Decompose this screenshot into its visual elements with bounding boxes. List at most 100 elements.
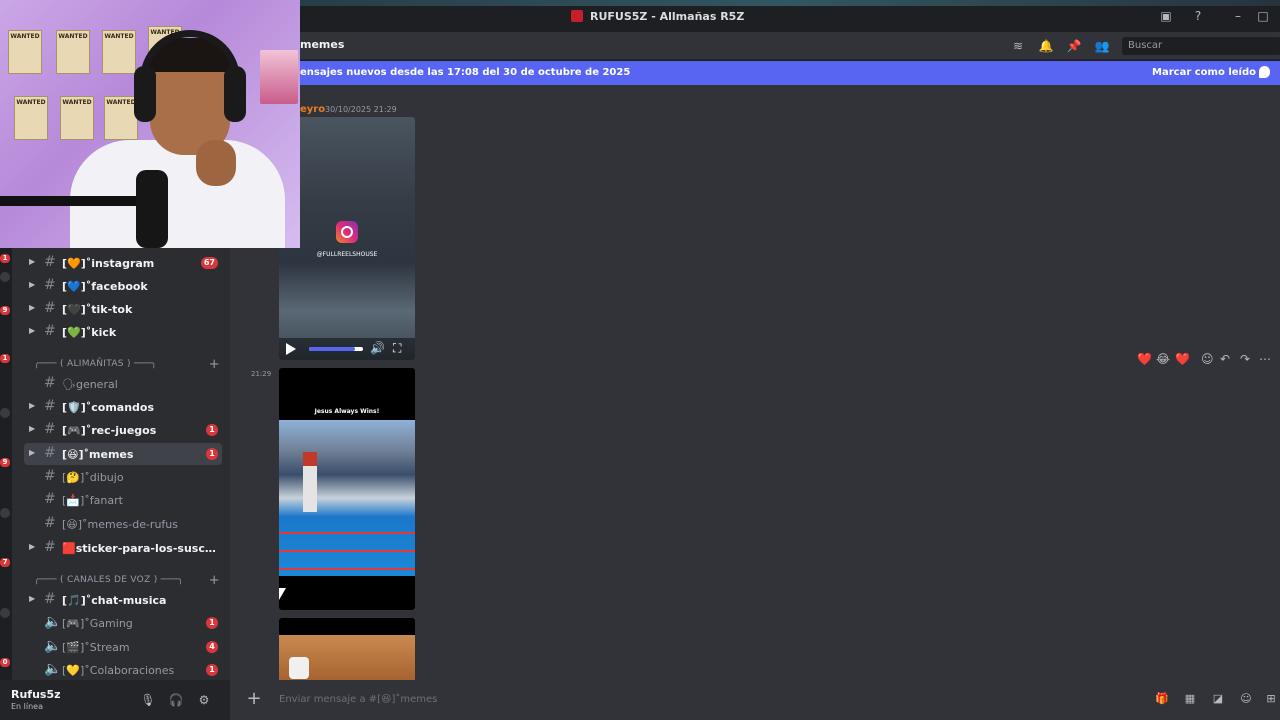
channel-item-kick[interactable]: ▶ # [💚]˚kick	[24, 321, 222, 343]
mark-as-read-button[interactable]: Marcar como leído	[1152, 67, 1256, 78]
gift-icon[interactable]: 🎁	[1155, 692, 1169, 706]
server-icon[interactable]	[0, 272, 10, 282]
caret-icon: ▶	[29, 448, 36, 457]
search-input[interactable]: Buscar	[1122, 37, 1280, 55]
new-messages-banner[interactable]: ensajes nuevos desde las 17:08 del 30 de…	[300, 61, 1280, 85]
discord-window: RUFUS5Z - Allmañas R5Z ▣ ? – □ memes ≋ 🔔…	[0, 0, 1280, 720]
caret-icon: ▶	[29, 401, 36, 410]
voice-channel-stream[interactable]: 🔈 [🎬]˚Stream 4	[24, 636, 222, 658]
hash-icon: #	[44, 300, 56, 316]
add-channel-icon[interactable]: +	[209, 573, 220, 588]
hash-icon: #	[44, 539, 56, 555]
settings-gear-icon[interactable]: ⚙	[196, 692, 212, 708]
channel-label: 🟥sticker-para-los-suscritores-...	[62, 542, 217, 555]
voice-channel-colaboraciones[interactable]: 🔈 [💛]˚Colaboraciones 1	[24, 659, 222, 681]
wanted-poster: WANTED	[60, 96, 94, 140]
forward-icon[interactable]: ↷	[1240, 352, 1250, 366]
gif-icon[interactable]: ▦	[1183, 692, 1197, 706]
channel-item-tiktok[interactable]: ▶ # [🖤]˚tik-tok	[24, 298, 222, 320]
minimize-icon[interactable]: –	[1230, 9, 1246, 23]
channel-item-sticker[interactable]: ▶ # 🟥sticker-para-los-suscritores-...	[24, 537, 222, 559]
channel-label: [🖤]˚tik-tok	[62, 303, 133, 316]
microphone	[136, 170, 168, 248]
server-icon[interactable]	[0, 408, 10, 418]
channel-item-memes[interactable]: ▶ # [😆]˚memes 1	[24, 443, 222, 465]
wanted-poster: WANTED	[14, 96, 48, 140]
message-input[interactable]: Enviar mensaje a #[😆]˚memes	[279, 694, 779, 705]
hash-icon: #	[44, 421, 56, 437]
username[interactable]: Rufus5z	[11, 688, 61, 701]
server-icon[interactable]	[0, 608, 10, 618]
channel-title: memes	[300, 38, 345, 51]
microphone-icon[interactable]: 🎙	[140, 692, 156, 708]
wanted-poster: WANTED	[102, 30, 136, 74]
server-badge[interactable]: 9	[0, 306, 10, 315]
channel-item-comandos[interactable]: ▶ # [🛡️]˚comandos	[24, 396, 222, 418]
channel-item-general[interactable]: # 🗣general	[24, 373, 222, 395]
channel-item-facebook[interactable]: ▶ # [💙]˚facebook	[24, 275, 222, 297]
inbox-icon[interactable]: ▣	[1158, 9, 1174, 23]
sticker-icon[interactable]: ◪	[1211, 692, 1225, 706]
channel-item-memes-de-rufus[interactable]: # [😆]˚memes-de-rufus	[24, 513, 222, 535]
hash-icon: #	[44, 468, 56, 484]
unread-badge: 1	[206, 448, 218, 460]
add-channel-icon[interactable]: +	[209, 357, 220, 372]
channel-label: [💙]˚facebook	[62, 280, 148, 293]
fullscreen-icon[interactable]: ⛶	[393, 341, 401, 356]
volume-bar[interactable]	[309, 347, 363, 351]
attach-plus-icon[interactable]: +	[246, 688, 262, 710]
members-icon[interactable]: 👥	[1094, 38, 1110, 54]
channel-item-chat-musica[interactable]: ▶ # [🎵]˚chat-musica	[24, 589, 222, 611]
heart2-reaction-icon[interactable]: ❤️	[1175, 352, 1190, 366]
channel-item-instagram[interactable]: ▶ # [🧡]˚instagram 67	[24, 252, 222, 274]
video-embed-2[interactable]: Jesus Always Wins!	[279, 368, 415, 610]
threads-icon[interactable]: ≋	[1010, 38, 1026, 54]
more-icon[interactable]: ⋯	[1259, 352, 1271, 366]
window-title: RUFUS5Z - Allmañas R5Z	[590, 10, 745, 23]
unread-badge: 67	[200, 257, 218, 269]
add-reaction-icon[interactable]: ☺	[1201, 352, 1214, 366]
caret-icon: ▶	[29, 280, 36, 289]
banner-text: ensajes nuevos desde las 17:08 del 30 de…	[300, 67, 631, 78]
hash-icon: #	[44, 277, 56, 293]
reply-icon[interactable]: ↶	[1220, 352, 1230, 366]
server-rail: 1 9 1 9 7 0	[0, 248, 12, 680]
headphones-icon[interactable]: 🎧	[168, 692, 184, 708]
apps-icon[interactable]: ⊞	[1264, 692, 1278, 706]
speaker-icon: 🔈	[44, 661, 62, 677]
help-icon[interactable]: ?	[1190, 9, 1206, 23]
server-badge[interactable]: 9	[0, 458, 10, 467]
channel-label: [💚]˚kick	[62, 326, 117, 339]
server-badge[interactable]: 0	[0, 658, 10, 667]
caret-icon: ▶	[29, 303, 36, 312]
server-logo-icon	[571, 10, 583, 22]
server-icon[interactable]	[0, 508, 10, 518]
message-time: 21:29	[251, 370, 272, 378]
channel-item-rec-juegos[interactable]: ▶ # [🎮]˚rec-juegos 1	[24, 419, 222, 441]
channel-label: [🤔]˚dibujo	[62, 471, 124, 484]
pin-icon[interactable]: 📌	[1066, 38, 1082, 54]
server-badge[interactable]: 7	[0, 558, 10, 567]
channel-item-fanart[interactable]: # [📩]˚fanart	[24, 489, 222, 511]
volume-icon[interactable]: 🔊	[370, 341, 385, 355]
heart-reaction-icon[interactable]: ❤️	[1137, 352, 1152, 366]
channel-label: [📩]˚fanart	[62, 494, 123, 507]
laugh-reaction-icon[interactable]: 😂	[1156, 352, 1170, 366]
play-icon[interactable]	[286, 343, 296, 355]
hash-icon: #	[44, 591, 56, 607]
server-badge[interactable]: 1	[0, 354, 10, 363]
channel-label: [🎬]˚Stream	[62, 641, 130, 654]
message-author[interactable]: eyro	[300, 104, 325, 115]
channel-header: memes ≋ 🔔 📌 👥 Buscar	[300, 32, 1280, 60]
unread-badge: 1	[206, 664, 218, 676]
server-badge[interactable]: 1	[0, 254, 10, 263]
bell-icon[interactable]: 🔔	[1038, 38, 1054, 54]
channel-label: [💛]˚Colaboraciones	[62, 664, 175, 677]
emoji-icon[interactable]: ☺	[1239, 692, 1253, 706]
headphone-cup	[224, 66, 246, 122]
maximize-icon[interactable]: □	[1255, 9, 1271, 23]
video-embed-3[interactable]	[279, 618, 415, 680]
caret-icon: ▶	[29, 424, 36, 433]
channel-item-dibujo[interactable]: # [🤔]˚dibujo	[24, 466, 222, 488]
voice-channel-gaming[interactable]: 🔈 [🎮]˚Gaming 1	[24, 612, 222, 634]
